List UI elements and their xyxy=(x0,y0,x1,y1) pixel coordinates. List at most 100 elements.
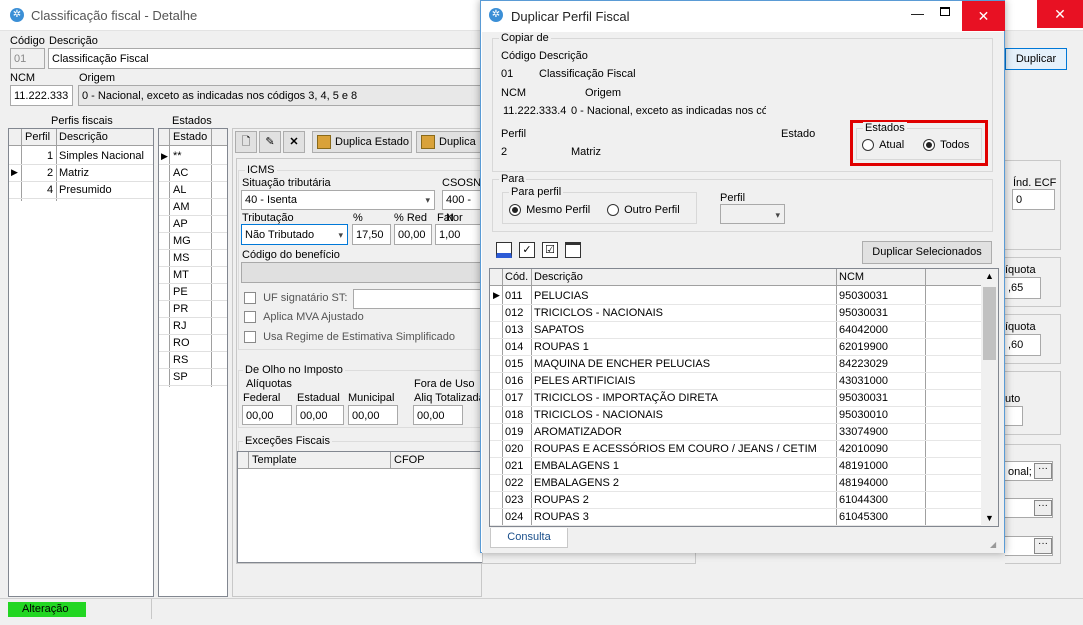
perfil-num: 2 xyxy=(47,167,54,179)
check-all-icon[interactable]: ✓ xyxy=(519,242,535,258)
dialog-body: Copiar de Código Descrição 01 Classifica… xyxy=(482,32,1004,553)
estado-row[interactable]: AM xyxy=(159,199,227,216)
pctred-field[interactable]: 00,00 xyxy=(394,224,432,245)
descricao-field[interactable]: Classificação Fiscal xyxy=(48,48,481,69)
estado-row[interactable]: ** xyxy=(159,148,227,165)
ind-ecf-field[interactable]: 0 xyxy=(1012,189,1055,210)
aliquota-field-2[interactable]: ,60 xyxy=(1005,334,1041,356)
duplicar-selecionados-button[interactable]: Duplicar Selecionados xyxy=(862,241,992,264)
table-row[interactable]: 011 PELUCIAS 95030031 xyxy=(490,288,981,305)
codben-field[interactable] xyxy=(241,262,482,283)
municipal-field[interactable]: 00,00 xyxy=(348,405,398,425)
estado-cell: AM xyxy=(173,201,190,213)
mva-checkbox[interactable] xyxy=(244,311,256,324)
regime-checkbox[interactable] xyxy=(244,331,256,344)
table-row[interactable]: 017 TRICICLOS - IMPORTAÇÃO DIRETA 95030031 xyxy=(490,390,981,407)
edit-icon[interactable]: ✎ xyxy=(259,131,281,153)
table-row[interactable]: 020 ROUPAS E ACESSÓRIOS EM COURO / JEANS … xyxy=(490,441,981,458)
table-row[interactable]: 014 ROUPAS 1 62019900 xyxy=(490,339,981,356)
table-row[interactable]: 018 TRICICLOS - NACIONAIS 95030010 xyxy=(490,407,981,424)
estado-row[interactable]: RJ xyxy=(159,318,227,335)
mesmo-perfil-radio[interactable]: Mesmo Perfil xyxy=(509,204,590,217)
outro-perfil-radio-button[interactable] xyxy=(607,204,619,217)
estado-row[interactable]: RS xyxy=(159,352,227,369)
csosn-select[interactable]: 400 - N xyxy=(442,190,482,224)
outro-perfil-radio[interactable]: Outro Perfil xyxy=(607,204,680,217)
estado-row[interactable]: RO xyxy=(159,335,227,352)
federal-field[interactable]: 00,00 xyxy=(242,405,292,425)
duplica-perfil-button[interactable]: Duplica xyxy=(416,131,482,153)
ellipsis-button[interactable]: ··· xyxy=(1034,463,1052,479)
perfil-select[interactable]: ▾ xyxy=(720,204,785,224)
table-row[interactable]: 022 EMBALAGENS 2 48194000 xyxy=(490,475,981,492)
estadual-field[interactable]: 00,00 xyxy=(296,405,344,425)
dialog-close-button[interactable]: ✕ xyxy=(962,1,1005,31)
duplica-estado-button[interactable]: Duplica Estado xyxy=(312,131,412,153)
minimize-icon[interactable]: — xyxy=(911,6,924,21)
aliqtot-field[interactable]: 00,00 xyxy=(413,405,463,425)
table-row[interactable]: 015 MAQUINA DE ENCHER PELUCIAS 84223029 xyxy=(490,356,981,373)
scroll-thumb[interactable] xyxy=(983,287,996,360)
aliquota-label-1: íquota xyxy=(1005,264,1036,276)
fator-field[interactable]: 1,00 xyxy=(435,224,482,245)
duplicar-button[interactable]: Duplicar xyxy=(1005,48,1067,70)
ellipsis-button[interactable]: ··· xyxy=(1034,500,1052,516)
mesmo-perfil-radio-button[interactable] xyxy=(509,204,521,217)
estado-row[interactable]: SP xyxy=(159,369,227,386)
estado-row[interactable]: AC xyxy=(159,165,227,182)
maximize-icon[interactable] xyxy=(940,7,950,16)
resize-grip-icon[interactable]: ◢ xyxy=(990,540,996,549)
origem-field[interactable]: 0 - Nacional, exceto as indicadas nos có… xyxy=(78,85,481,106)
uf-checkbox[interactable] xyxy=(244,292,256,305)
select-all-icon[interactable] xyxy=(496,242,512,258)
regime-checkbox-row[interactable]: Usa Regime de Estimativa Simplificado xyxy=(244,331,455,344)
estado-cell: AC xyxy=(173,167,189,179)
perfil-row[interactable]: 1 Simples Nacional xyxy=(9,148,153,165)
table-row[interactable]: 013 SAPATOS 64042000 xyxy=(490,322,981,339)
table-row[interactable]: 021 EMBALAGENS 1 48191000 xyxy=(490,458,981,475)
atual-radio[interactable]: Atual xyxy=(862,139,905,152)
delete-icon[interactable]: ✕ xyxy=(283,131,305,153)
codigo-field[interactable]: 01 xyxy=(10,48,45,69)
uf-checkbox-row[interactable]: UF signatário ST: xyxy=(244,292,347,305)
atual-radio-button[interactable] xyxy=(862,139,874,152)
estado-row[interactable]: AL xyxy=(159,182,227,199)
estado-row[interactable]: MS xyxy=(159,250,227,267)
uf-field[interactable] xyxy=(353,289,482,309)
table-row[interactable]: 019 AROMATIZADOR 33074900 xyxy=(490,424,981,441)
duplica-estado-label: Duplica Estado xyxy=(335,136,409,148)
mva-checkbox-row[interactable]: Aplica MVA Ajustado xyxy=(244,311,364,324)
tributacao-select[interactable]: Não Tributado ▾ xyxy=(241,224,348,245)
duplicar-perfil-dialog: ✲ Duplicar Perfil Fiscal — ✕ Copiar de C… xyxy=(480,0,1005,553)
todos-radio-button[interactable] xyxy=(923,139,935,152)
scroll-up-icon[interactable]: ▲ xyxy=(985,271,994,281)
atual-label: Atual xyxy=(879,139,905,151)
uncheck-all-icon[interactable] xyxy=(565,242,581,258)
perfil-row[interactable]: 4 Presumido xyxy=(9,182,153,199)
pct-field[interactable]: 17,50 xyxy=(352,224,391,245)
estado-row[interactable]: AP xyxy=(159,216,227,233)
estado-row[interactable]: PE xyxy=(159,284,227,301)
todos-radio[interactable]: Todos xyxy=(923,139,969,152)
estado-row[interactable]: MT xyxy=(159,267,227,284)
situacao-select[interactable]: 40 - Isenta ▾ xyxy=(241,190,435,210)
close-button[interactable]: ✕ xyxy=(1037,0,1083,28)
uto-field[interactable] xyxy=(1005,406,1023,426)
checkbox-toggle-icon[interactable]: ☑ xyxy=(542,242,558,258)
aliquota-field-1[interactable]: ,65 xyxy=(1005,277,1041,299)
desc-cell: ROUPAS 3 xyxy=(534,511,589,523)
estado-row[interactable]: MG xyxy=(159,233,227,250)
tab-consulta[interactable]: Consulta xyxy=(490,528,568,548)
ellipsis-button[interactable]: ··· xyxy=(1034,538,1052,554)
scroll-down-icon[interactable]: ▼ xyxy=(985,513,994,523)
table-row[interactable]: 024 ROUPAS 3 61045300 xyxy=(490,509,981,526)
scrollbar[interactable]: ▲ ▼ xyxy=(981,269,998,526)
perfil-row[interactable]: ▶ 2 Matriz xyxy=(9,165,153,182)
table-row[interactable]: 016 PELES ARTIFICIAIS 43031000 xyxy=(490,373,981,390)
ncm-field[interactable]: 11.222.333 xyxy=(10,85,73,106)
table-row[interactable]: 023 ROUPAS 2 61044300 xyxy=(490,492,981,509)
desc-cell: PELES ARTIFICIAIS xyxy=(534,375,636,387)
table-row[interactable]: 012 TRICICLOS - NACIONAIS 95030031 xyxy=(490,305,981,322)
estado-row[interactable]: PR xyxy=(159,301,227,318)
new-icon[interactable]: 🗋 xyxy=(235,131,257,153)
